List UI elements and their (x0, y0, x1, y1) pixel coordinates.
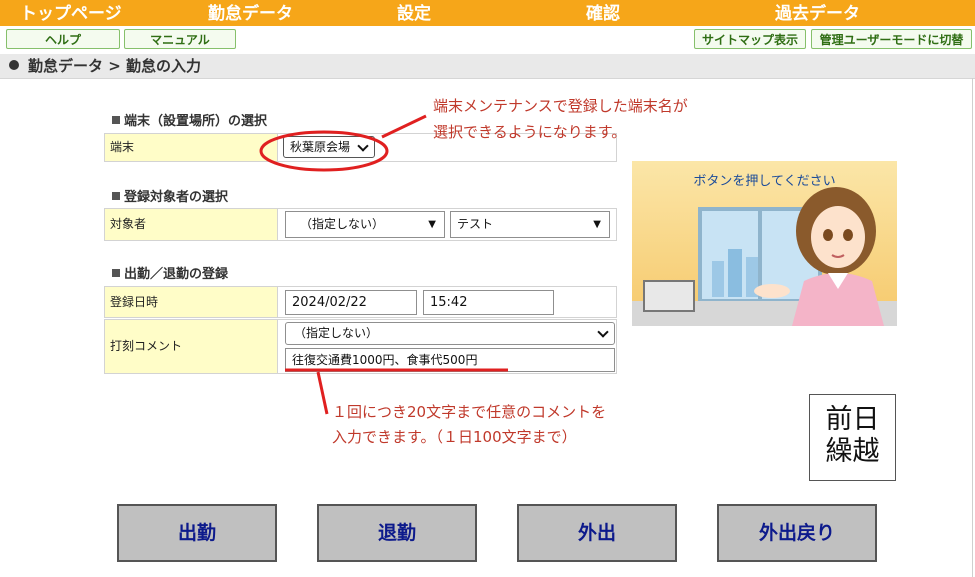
clock-in-button[interactable]: 出勤 (117, 504, 277, 562)
terminal-annotation-line1: 端末メンテナンスで登録した端末名が (433, 97, 688, 115)
clock-out-button[interactable]: 退勤 (317, 504, 477, 562)
target-person-select[interactable]: テスト ▼ (450, 211, 610, 238)
nav-past-data[interactable]: 過去データ (775, 3, 860, 25)
return-button[interactable]: 外出戻り (717, 504, 877, 562)
breadcrumb: 勤怠データ > 勤怠の入力 (0, 54, 975, 79)
clock-section-title: 出勤／退勤の登録 (112, 263, 228, 282)
comment-annotation-line1: １回につき20文字まで任意のコメントを (332, 403, 607, 421)
time-input[interactable]: 15:42 (423, 290, 554, 315)
comment-row: 打刻コメント （指定しない） 往復交通費1000円、食事代500円 (104, 319, 617, 374)
target-person-value: テスト (457, 217, 494, 231)
admin-mode-button[interactable]: 管理ユーザーモードに切替 (811, 29, 972, 49)
annotation-pointer-line (316, 371, 329, 415)
triangle-down-icon: ▼ (428, 219, 436, 230)
top-nav: トップページ 勤怠データ 設定 確認 過去データ (0, 0, 975, 26)
previous-day-line2: 繰越 (825, 436, 880, 467)
comment-preset-value: （指定しない） (294, 326, 379, 340)
date-label: 登録日時 (105, 287, 278, 317)
nav-confirm[interactable]: 確認 (586, 3, 620, 25)
terminal-select[interactable]: 秋葉原会場 (283, 136, 375, 158)
target-group-select[interactable]: （指定しない） ▼ (285, 211, 445, 238)
chevron-down-icon (357, 140, 369, 152)
target-row: 対象者 （指定しない） ▼ テスト ▼ (104, 208, 617, 241)
previous-day-line1: 前日 (825, 404, 880, 435)
target-section-title-text: 登録対象者の選択 (124, 190, 229, 205)
triangle-down-icon: ▼ (593, 219, 601, 230)
guide-illustration: ボタンを押してください (632, 161, 897, 326)
illustration-caption: ボタンを押してください (693, 174, 836, 189)
go-out-button[interactable]: 外出 (517, 504, 677, 562)
target-section-title: 登録対象者の選択 (112, 186, 228, 205)
terminal-label: 端末 (105, 134, 278, 161)
square-bullet-icon (112, 192, 120, 200)
nav-settings[interactable]: 設定 (397, 3, 431, 25)
target-label: 対象者 (105, 209, 278, 240)
terminal-section-title-text: 端末（設置場所）の選択 (124, 114, 268, 129)
terminal-annotation-line2: 選択できるようになります。 (433, 123, 627, 141)
target-group-value: （指定しない） (300, 217, 385, 231)
square-bullet-icon (112, 116, 120, 124)
date-row: 登録日時 2024/02/22 15:42 (104, 286, 617, 318)
divider (972, 78, 973, 577)
breadcrumb-text: 勤怠データ > 勤怠の入力 (28, 57, 202, 75)
terminal-select-value: 秋葉原会場 (290, 140, 351, 154)
comment-input[interactable]: 往復交通費1000円、食事代500円 (285, 348, 615, 372)
help-button[interactable]: ヘルプ (6, 29, 120, 49)
clock-section-title-text: 出勤／退勤の登録 (124, 267, 229, 282)
nav-attendance-data[interactable]: 勤怠データ (208, 3, 293, 25)
sitemap-button[interactable]: サイトマップ表示 (694, 29, 806, 49)
chevron-down-icon (597, 326, 609, 338)
square-bullet-icon (112, 269, 120, 277)
previous-day-carryover-button[interactable]: 前日 繰越 (809, 394, 896, 481)
comment-label: 打刻コメント (105, 320, 278, 373)
manual-button[interactable]: マニュアル (124, 29, 236, 49)
nav-top-page[interactable]: トップページ (20, 3, 122, 25)
comment-annotation-line2: 入力できます。（１日100文字まで） (332, 428, 577, 446)
date-input[interactable]: 2024/02/22 (285, 290, 417, 315)
bullet-icon (9, 60, 19, 70)
terminal-section-title: 端末（設置場所）の選択 (112, 110, 267, 129)
comment-preset-select[interactable]: （指定しない） (285, 322, 615, 345)
